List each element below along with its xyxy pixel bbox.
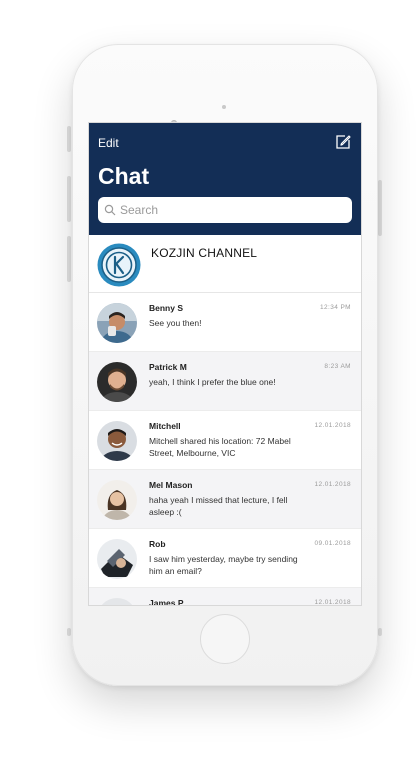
- contact-name: Mel Mason: [149, 480, 193, 490]
- antenna-line: [378, 628, 382, 636]
- chat-row[interactable]: Mel Mason 12.01.2018 haha yeah I missed …: [89, 470, 361, 529]
- contact-name: James P: [149, 598, 184, 606]
- chat-row[interactable]: Mitchell 12.01.2018 Mitchell shared his …: [89, 411, 361, 470]
- chat-row[interactable]: Patrick M 8:23 AM yeah, I think I prefer…: [89, 352, 361, 411]
- avatar: [97, 303, 137, 343]
- chat-header: Edit Chat: [89, 123, 361, 235]
- page-title: Chat: [98, 163, 150, 189]
- search-icon: [104, 204, 116, 216]
- avatar: [97, 598, 137, 605]
- chat-row[interactable]: Rob 09.01.2018 I saw him yesterday, mayb…: [89, 529, 361, 588]
- contact-name: Benny S: [149, 303, 184, 313]
- contact-name: Mitchell: [149, 421, 181, 431]
- compose-icon[interactable]: [334, 133, 352, 151]
- edit-button[interactable]: Edit: [98, 136, 119, 150]
- message-preview: I saw him yesterday, maybe try sending h…: [149, 554, 298, 576]
- avatar: [97, 480, 137, 520]
- volume-down-button: [67, 236, 71, 282]
- kozjin-logo-icon: [97, 243, 141, 287]
- contact-name: Rob: [149, 539, 166, 549]
- home-button[interactable]: [200, 614, 250, 664]
- channel-item[interactable]: KOZJIN CHANNEL: [89, 235, 361, 293]
- message-time: 12.01.2018: [314, 599, 351, 606]
- power-button: [378, 180, 382, 236]
- message-preview: See you then!: [149, 318, 202, 328]
- phone-screen: Edit Chat KOZJIN CHANNEL: [88, 122, 362, 606]
- message-time: 8:23 AM: [324, 363, 351, 370]
- message-time: 12.01.2018: [314, 481, 351, 488]
- message-preview: haha yeah I missed that lecture, I fell …: [149, 495, 288, 517]
- message-preview: Mitchell shared his location: 72 Mabel S…: [149, 436, 291, 458]
- message-preview: yeah, I think I prefer the blue one!: [149, 377, 276, 387]
- message-time: 09.01.2018: [314, 540, 351, 547]
- silent-switch: [67, 126, 71, 152]
- search-input[interactable]: [98, 197, 352, 223]
- contact-name: Patrick M: [149, 362, 187, 372]
- volume-up-button: [67, 176, 71, 222]
- avatar: [97, 362, 137, 402]
- antenna-line: [67, 628, 71, 636]
- channel-name: KOZJIN CHANNEL: [151, 246, 258, 260]
- message-time: 12:34 PM: [319, 304, 351, 311]
- proximity-sensor: [222, 105, 226, 109]
- avatar: [97, 539, 137, 579]
- message-time: 12.01.2018: [314, 422, 351, 429]
- avatar: [97, 421, 137, 461]
- chat-row[interactable]: James P 12.01.2018: [89, 588, 361, 606]
- chat-row[interactable]: Benny S 12:34 PM See you then!: [89, 293, 361, 352]
